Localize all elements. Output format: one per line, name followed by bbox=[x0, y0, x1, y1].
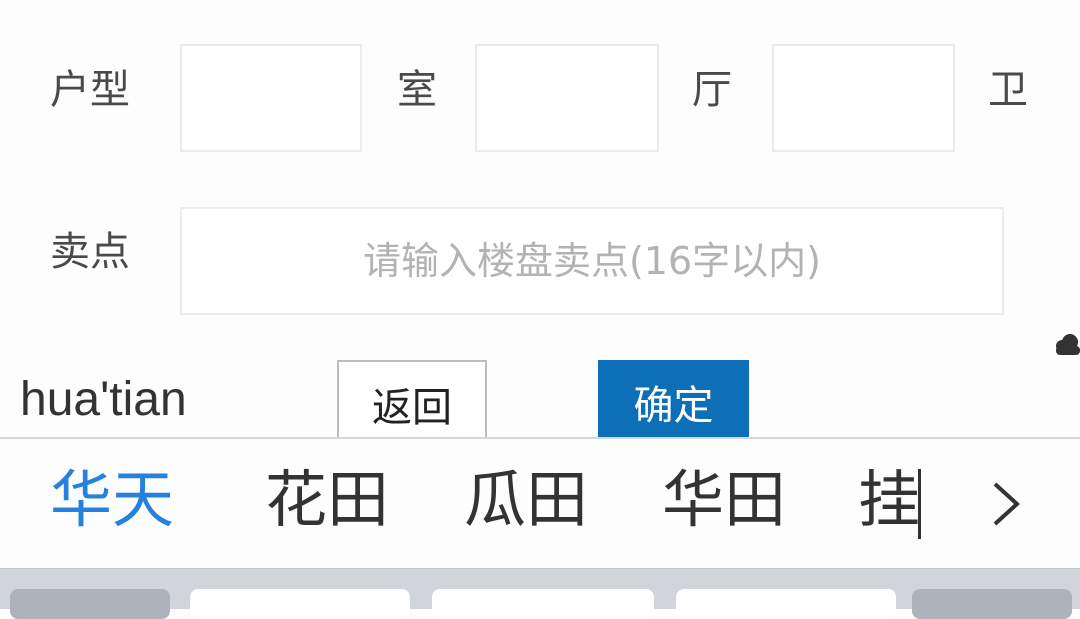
hall-count-input[interactable] bbox=[475, 44, 659, 152]
room-unit-label: 室 bbox=[397, 67, 437, 113]
confirm-button[interactable]: 确定 bbox=[598, 360, 749, 440]
ime-composition-text: hua'tian bbox=[0, 355, 255, 435]
keyboard-key[interactable] bbox=[10, 589, 170, 619]
room-count-input[interactable] bbox=[180, 44, 362, 152]
candidate-item[interactable]: 华天 bbox=[50, 469, 174, 531]
candidate-item[interactable]: 华田 bbox=[662, 469, 786, 531]
hall-unit-label: 厅 bbox=[692, 67, 732, 113]
candidate-item[interactable]: 瓜田 bbox=[464, 469, 588, 531]
ime-candidate-bar: 华天 花田 瓜田 华田 挂 bbox=[0, 437, 1080, 568]
layout-label: 户型 bbox=[50, 67, 130, 113]
sellpoint-label: 卖点 bbox=[50, 229, 130, 275]
back-button[interactable]: 返回 bbox=[337, 360, 487, 440]
keyboard-key[interactable] bbox=[912, 589, 1072, 619]
keyboard-key[interactable] bbox=[190, 589, 410, 619]
chevron-right-icon[interactable] bbox=[985, 479, 1025, 529]
candidate-item-partial[interactable]: 挂 bbox=[858, 469, 921, 539]
candidate-item[interactable]: 花田 bbox=[265, 469, 389, 531]
cloud-icon bbox=[1056, 334, 1080, 355]
bath-count-input[interactable] bbox=[772, 44, 955, 152]
bath-unit-label: 卫 bbox=[988, 67, 1028, 113]
sellpoint-input[interactable] bbox=[180, 207, 1004, 315]
keyboard-key[interactable] bbox=[676, 589, 896, 619]
keyboard-key[interactable] bbox=[432, 589, 654, 619]
soft-keyboard bbox=[0, 568, 1080, 619]
